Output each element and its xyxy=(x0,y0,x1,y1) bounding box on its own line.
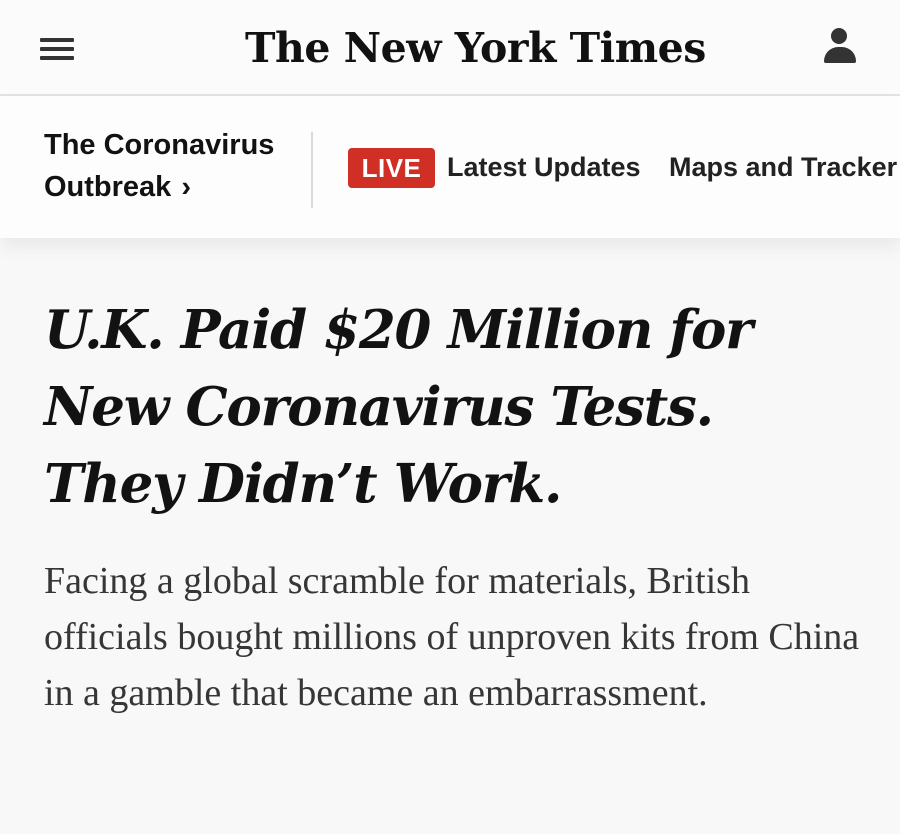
live-badge[interactable]: LIVE xyxy=(348,148,435,188)
hamburger-menu-button[interactable] xyxy=(40,36,76,62)
section-navigation: The Coronavirus Outbreak › LIVE Latest U… xyxy=(0,96,900,238)
article-summary: Facing a global scramble for materials, … xyxy=(44,560,860,714)
article-headline: U.K. Paid $20 Million for New Coronaviru… xyxy=(44,299,753,515)
top-bar: The New York Times xyxy=(0,0,900,96)
article-page: The New York Times The Coronavirus Outbr… xyxy=(0,0,900,834)
nyt-logo[interactable]: The New York Times xyxy=(245,18,706,78)
menu-line-icon xyxy=(40,38,74,42)
latest-updates-link[interactable]: Latest Updates xyxy=(447,146,641,188)
account-head-icon xyxy=(831,28,847,44)
menu-line-icon xyxy=(40,47,74,51)
section-divider xyxy=(311,132,313,208)
section-title-text: The Coronavirus Outbreak xyxy=(44,129,275,203)
menu-line-icon xyxy=(40,56,74,60)
account-user-icon[interactable] xyxy=(820,28,860,68)
account-shoulders-icon xyxy=(824,47,856,63)
section-link-coronavirus-outbreak[interactable]: The Coronavirus Outbreak › xyxy=(44,124,294,208)
chevron-right-icon: › xyxy=(181,171,192,203)
maps-and-tracker-link[interactable]: Maps and Tracker xyxy=(669,146,897,188)
